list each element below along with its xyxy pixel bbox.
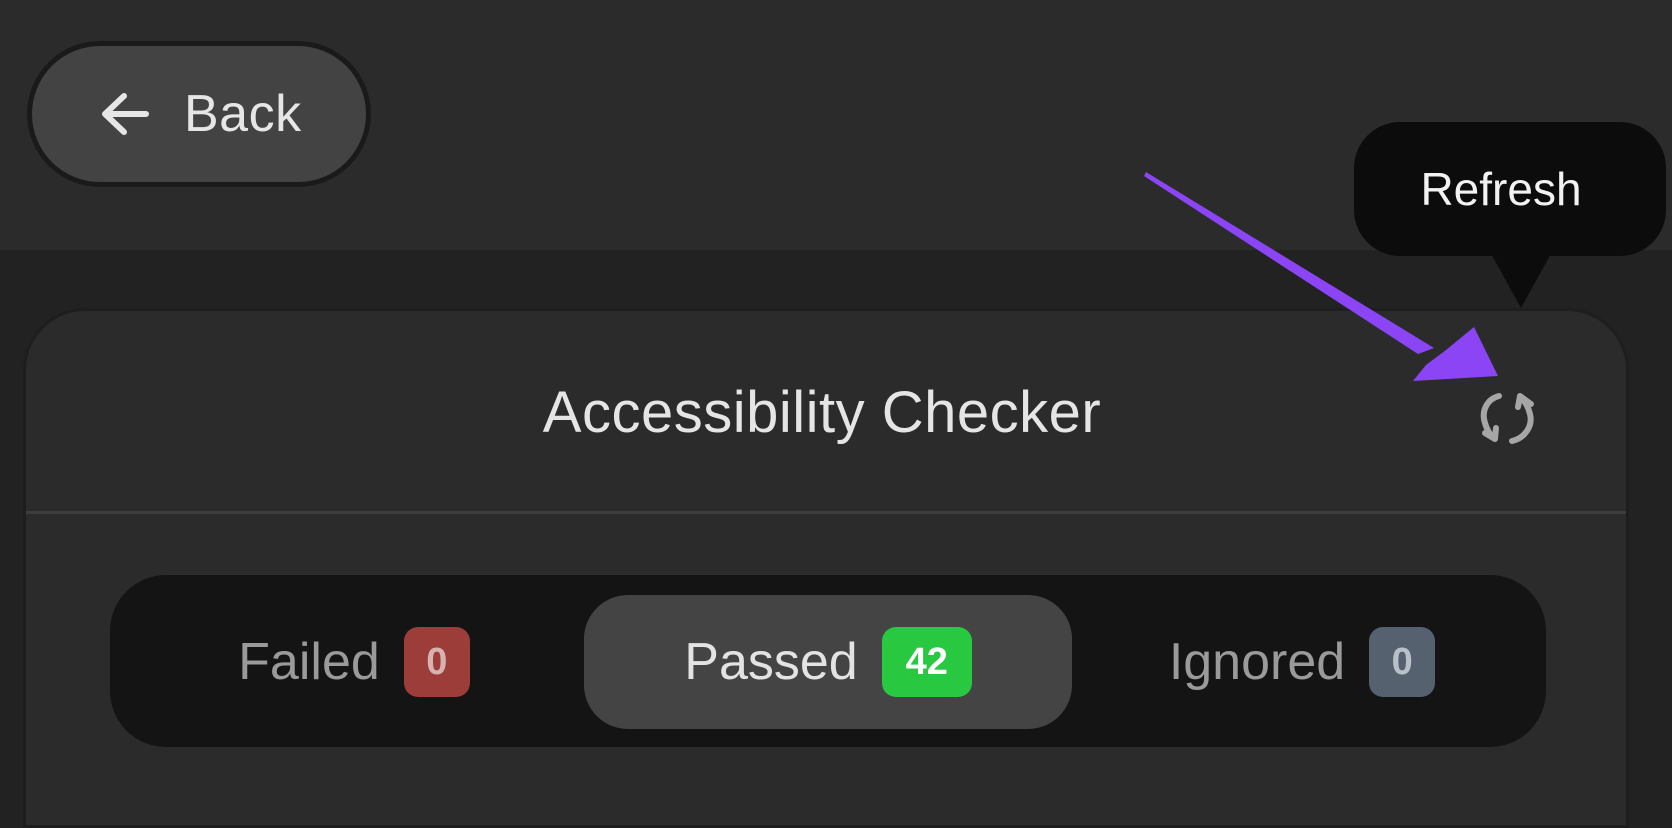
tooltip-text: Refresh bbox=[1420, 163, 1582, 215]
back-button-label: Back bbox=[184, 85, 302, 143]
tooltip-caret bbox=[1489, 250, 1553, 308]
panel-header: Accessibility Checker bbox=[26, 311, 1626, 514]
refresh-tooltip: Refresh bbox=[1354, 122, 1666, 256]
failed-count-badge: 0 bbox=[403, 627, 470, 697]
ignored-count-badge: 0 bbox=[1369, 627, 1436, 697]
tab-failed[interactable]: Failed 0 bbox=[130, 595, 578, 729]
result-filter-tabs: Failed 0 Passed 42 Ignored 0 bbox=[110, 575, 1546, 747]
tab-passed[interactable]: Passed 42 bbox=[584, 595, 1072, 729]
tab-ignored-label: Ignored bbox=[1168, 633, 1346, 691]
back-button[interactable]: Back bbox=[27, 41, 371, 187]
passed-count-badge: 42 bbox=[881, 627, 972, 697]
tab-ignored[interactable]: Ignored 0 bbox=[1078, 595, 1526, 729]
accessibility-checker-panel: Accessibility Checker Failed 0 Passed 42… bbox=[23, 308, 1629, 828]
arrow-left-icon bbox=[102, 93, 149, 135]
refresh-button[interactable] bbox=[1466, 377, 1550, 457]
tab-failed-label: Failed bbox=[238, 633, 380, 691]
panel-title: Accessibility Checker bbox=[542, 380, 1102, 445]
tab-passed-label: Passed bbox=[684, 633, 858, 691]
refresh-icon bbox=[1480, 393, 1534, 444]
